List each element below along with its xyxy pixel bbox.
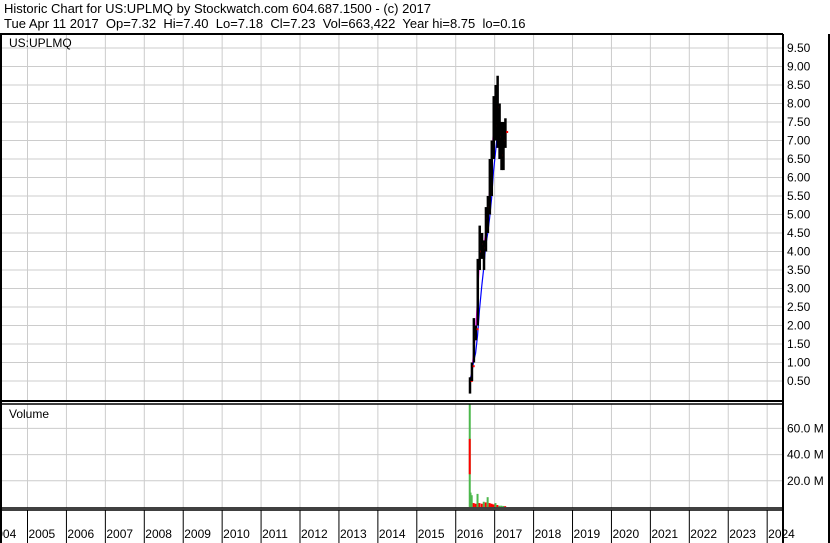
y-tick-label: 1.50 [787,337,811,351]
y-tick-label: 5.00 [787,208,811,222]
x-tick-label: 2011 [262,527,288,541]
volume-bar [474,503,477,507]
y-tick-label: 9.00 [787,60,811,74]
volume-bar [482,501,485,507]
volume-bars [468,403,507,507]
volume-bar [494,503,497,507]
volume-bar [486,497,489,507]
volume-bar-down-segment [468,438,471,475]
stock-chart: US:UPLMQ Volume 2004 2005 2006 2007 2008 2009… [0,33,830,543]
price-bars [468,75,509,394]
volume-bar [496,505,499,507]
x-tick-label: 2012 [301,527,328,541]
x-tick-label: 2023 [729,527,756,541]
price-bar [504,118,507,148]
volume-bar [478,503,481,507]
x-tick-label: 2014 [379,527,406,541]
volume-bar [470,495,473,507]
x-tick-label: 2017 [496,527,523,541]
volume-bar [484,502,487,507]
volume-bar [476,493,479,507]
y-tick-label: 6.50 [787,152,811,166]
x-tick-label: 2008 [145,527,172,541]
volume-tick-label: 60.0 M [787,421,824,435]
price-bar [478,225,481,270]
volume-bar [492,504,495,507]
volume-label: Volume [9,407,49,421]
x-tick-label: 2020 [612,527,639,541]
y-tick-label: 0.50 [787,374,811,388]
y-tick-label: 7.50 [787,115,811,129]
volume-bar [504,506,507,507]
volume-bar [500,505,503,507]
y-tick-label: 8.50 [787,78,811,92]
volume-tick-label: 20.0 M [787,474,824,488]
close-tick [472,365,475,368]
x-tick-label: 2019 [574,527,601,541]
x-tick-label: 2005 [29,527,56,541]
x-tick-label: 2022 [690,527,717,541]
grid [0,35,783,543]
x-tick-label: 2006 [67,527,94,541]
y-tick-label: 4.50 [787,226,811,240]
y-tick-label: 2.00 [787,319,811,333]
y-tick-label: 5.50 [787,189,811,203]
y-tick-label: 6.00 [787,171,811,185]
symbol-label: US:UPLMQ [9,36,72,50]
x-tick-label: 2004 [0,527,17,541]
volume-bar [490,503,493,507]
close-tick [476,328,479,331]
price-bar [474,325,478,341]
volume-bar [488,503,491,507]
y-tick-label: 1.00 [787,356,811,370]
volume-bar [502,505,505,507]
x-tick-label: 2024 [768,527,795,541]
y-tick-label: 3.50 [787,263,811,277]
volume-bar [480,503,483,507]
x-tick-label: 2013 [340,527,367,541]
x-tick-label: 2007 [106,527,133,541]
x-tick-label: 2016 [457,527,484,541]
volume-bar [472,503,475,507]
y-tick-label: 7.00 [787,134,811,148]
x-tick-label: 2010 [223,527,250,541]
y-tick-label: 4.00 [787,245,811,259]
y-tick-label: 2.50 [787,300,811,314]
y-tick-label: 8.00 [787,97,811,111]
close-tick [506,130,509,133]
x-tick-label: 2009 [184,527,211,541]
x-tick-label: 2018 [535,527,562,541]
volume-tick-label: 40.0 M [787,448,824,462]
volume-bar [498,505,501,507]
x-tick-label: 2021 [651,527,678,541]
y-tick-label: 9.50 [787,41,811,55]
y-tick-label: 3.00 [787,282,811,296]
x-tick-label: 2015 [418,527,445,541]
